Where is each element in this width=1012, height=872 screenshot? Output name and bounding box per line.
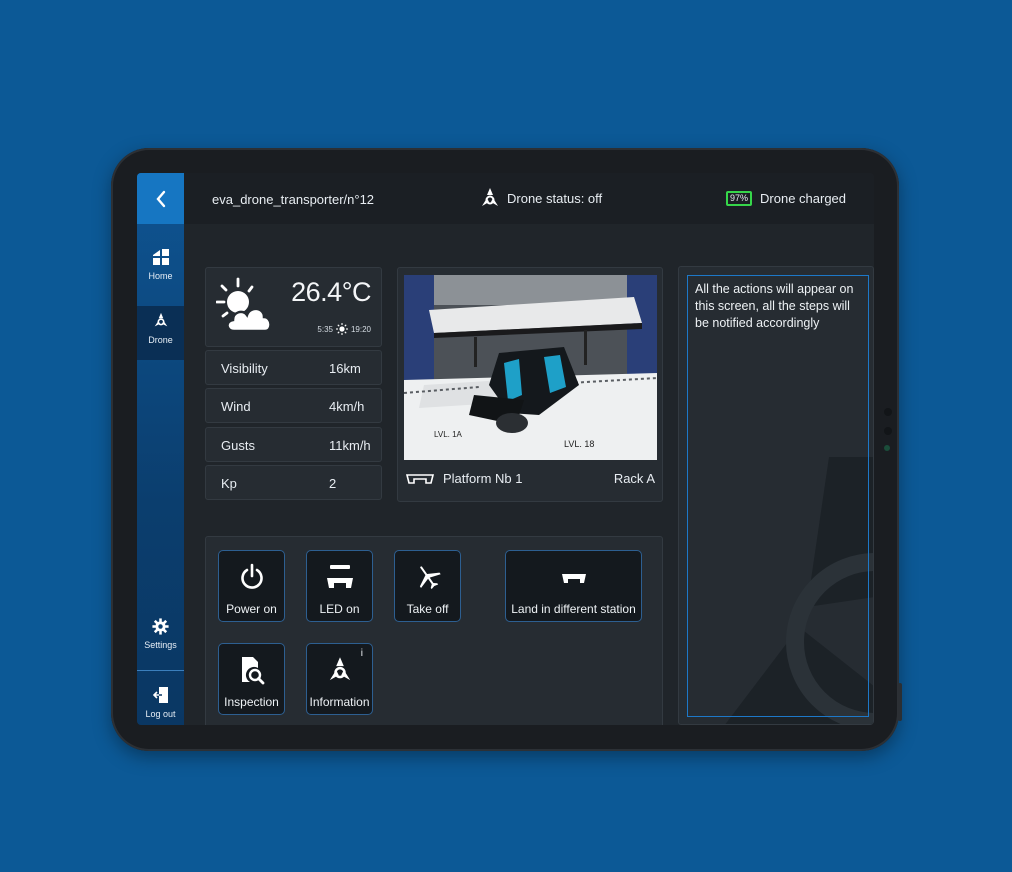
button-label: Land in different station (511, 602, 636, 616)
sidebar-divider (137, 670, 184, 671)
weather-row-kp: Kp 2 (205, 465, 382, 500)
weather-row-wind: Wind 4km/h (205, 388, 382, 423)
inspection-icon (241, 657, 264, 685)
drone-status: Drone status: off (480, 187, 602, 209)
top-bar: eva_drone_transporter/n°12 Drone status:… (184, 173, 874, 224)
sidebar-item-logout[interactable]: Log out (137, 686, 184, 719)
sidebar-item-home[interactable]: Home (137, 248, 184, 281)
weather-label: Wind (221, 399, 251, 414)
sun-times: 5:35 19:20 (317, 323, 371, 335)
app-screen: Home Drone Settings Log out eva_drone_tr… (137, 173, 874, 725)
weather-value: 2 (329, 476, 337, 491)
weather-label: Gusts (221, 438, 255, 453)
drone-camera-feed[interactable]: LVL. 1A LVL. 18 (404, 275, 657, 460)
chevron-left-icon (155, 190, 165, 207)
device-path: eva_drone_transporter/n°12 (212, 192, 375, 207)
log-message: All the actions will appear on this scre… (695, 282, 854, 330)
sidebar-item-label: Log out (145, 709, 176, 719)
partly-cloudy-icon (216, 277, 272, 333)
weather-label: Kp (221, 476, 237, 491)
back-button[interactable] (137, 173, 184, 224)
power-on-button[interactable]: Power on (218, 550, 285, 622)
weather-value: 16km (329, 361, 361, 376)
camera-card: LVL. 1A LVL. 18 Platform Nb 1 Rack A (397, 267, 663, 502)
sidebar-item-settings[interactable]: Settings (137, 618, 184, 650)
drone-icon (329, 657, 350, 681)
platform-icon (561, 574, 586, 583)
power-icon (240, 563, 263, 589)
led-icon (326, 565, 353, 588)
sunset-time: 19:20 (350, 324, 371, 334)
button-label: Information (309, 695, 370, 709)
sidebar-item-label: Drone (148, 335, 173, 345)
weather-label: Visibility (221, 361, 268, 376)
drone-icon (482, 188, 498, 206)
button-label: LED on (319, 602, 360, 616)
log-panel: All the actions will appear on this scre… (678, 266, 874, 725)
sidebar-item-label: Settings (144, 640, 177, 650)
battery-label: Drone charged (760, 191, 847, 206)
platform-icon (405, 473, 435, 484)
weather-row-gusts: Gusts 11km/h (205, 427, 382, 462)
gear-icon (152, 618, 169, 635)
take-off-button[interactable]: Take off (394, 550, 461, 622)
logout-icon (152, 687, 168, 703)
land-different-station-button[interactable]: Land in different station (505, 550, 642, 622)
weather-value: 11km/h (329, 438, 371, 453)
platform-info: Platform Nb 1 (405, 471, 522, 486)
button-label: Inspection (224, 695, 279, 709)
camera-dot (884, 427, 892, 435)
weather-row-visibility: Visibility 16km (205, 350, 382, 385)
level-label: LVL. 1A (434, 430, 463, 439)
airplane-icon (419, 566, 441, 590)
inspection-button[interactable]: Inspection (218, 643, 285, 715)
sidebar-item-drone[interactable]: Drone (137, 306, 184, 360)
information-button[interactable]: i Information (306, 643, 373, 715)
side-button (898, 683, 902, 721)
platform-label: Platform Nb 1 (443, 471, 523, 486)
rack-label: Rack A (613, 471, 655, 486)
weather-card: 26.4°C 5:35 19:20 (205, 267, 382, 347)
sidebar-item-label: Home (148, 271, 173, 281)
log-frame (687, 275, 869, 717)
camera-dot (884, 408, 892, 416)
sun-icon (335, 323, 348, 335)
level-label: LVL. 18 (564, 439, 594, 449)
actions-panel: Power on LED on Take off Land in differe… (205, 536, 663, 725)
camera-indicator (884, 445, 890, 451)
weather-value: 4km/h (329, 399, 365, 414)
button-label: Power on (226, 602, 277, 616)
drone-bay-image: LVL. 1A LVL. 18 (404, 275, 657, 460)
battery-badge: 97% (726, 191, 753, 206)
home-icon (152, 249, 169, 265)
drone-icon (154, 312, 167, 327)
led-on-button[interactable]: LED on (306, 550, 373, 622)
button-label: Take off (406, 602, 449, 616)
drone-status-label: Drone status: off (507, 190, 603, 206)
battery-status: 97% Drone charged (726, 191, 846, 206)
sunrise-time: 5:35 (317, 324, 333, 334)
sidebar: Home Drone Settings Log out (137, 173, 184, 725)
temperature: 26.4°C (291, 277, 371, 307)
